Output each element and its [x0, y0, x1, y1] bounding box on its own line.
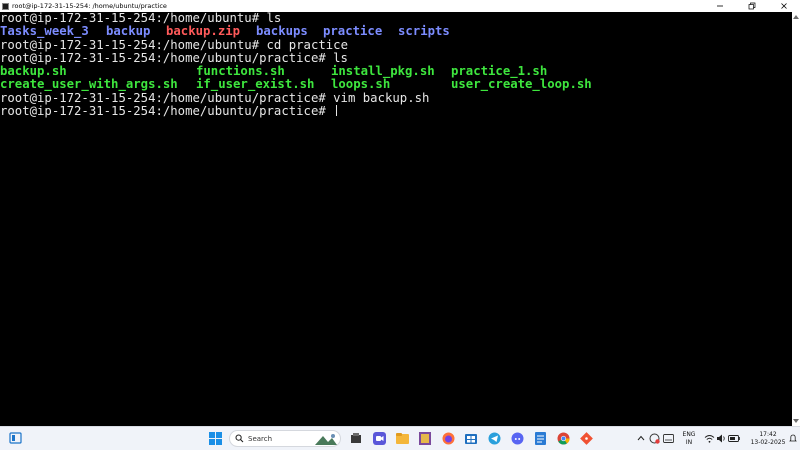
tray-app-icon: [649, 433, 660, 444]
command-text: vim backup.sh: [333, 90, 430, 105]
command-text: cd practice: [266, 37, 348, 52]
archive-app-icon: [419, 431, 431, 445]
zoom-button[interactable]: [372, 431, 386, 445]
command-line: root@ip-172-31-15-254:/home/ubuntu/pract…: [0, 50, 792, 65]
folder-button[interactable]: [395, 431, 409, 445]
dir-entry: backups: [256, 24, 308, 39]
terminal-app-icon: [2, 2, 9, 10]
tray-app-button[interactable]: [649, 431, 660, 445]
chrome-button[interactable]: [556, 431, 570, 445]
keyboard-icon: [663, 433, 674, 443]
file-explorer-button[interactable]: [349, 431, 363, 445]
language-secondary: IN: [685, 438, 693, 446]
language-primary: ENG: [682, 431, 696, 438]
battery-button[interactable]: [728, 431, 740, 445]
window-title: root@ip-172-31-15-254: /home/ubuntu/prac…: [12, 2, 167, 10]
keyboard-tray-button[interactable]: [663, 431, 674, 445]
archive-entry: backup.zip: [166, 24, 241, 39]
search-icon: [235, 434, 244, 443]
command-text: ls: [333, 50, 348, 65]
terminal-scrollbar[interactable]: [792, 12, 800, 426]
taskbar: Search ENG IN 17:42 13-02-2025: [0, 426, 800, 450]
search-placeholder: Search: [248, 434, 273, 443]
taskbar-search[interactable]: Search: [229, 430, 341, 447]
script-entry: loops.sh: [331, 77, 391, 92]
discord-icon: [511, 432, 523, 444]
battery-icon: [728, 434, 740, 442]
shell-prompt: root@ip-172-31-15-254:/home/ubuntu#: [0, 11, 267, 25]
zoom-icon: [372, 431, 386, 445]
git-button[interactable]: [579, 431, 593, 445]
script-entry: if_user_exist.sh: [196, 77, 315, 92]
search-highlight-icon: [315, 433, 337, 445]
dir-entry: backup: [106, 24, 151, 39]
maximize-button[interactable]: [736, 0, 768, 12]
current-input-line[interactable]: root@ip-172-31-15-254:/home/ubuntu/pract…: [0, 104, 792, 119]
task-view-button[interactable]: [8, 431, 22, 445]
script-entry: create_user_with_args.sh: [0, 77, 178, 92]
discord-button[interactable]: [510, 431, 524, 445]
script-entry: backup.sh: [0, 64, 67, 79]
notifications-button[interactable]: [788, 431, 797, 445]
notepad-icon: [534, 431, 546, 445]
windows-start-icon: [208, 431, 222, 445]
firefox-icon: [442, 432, 454, 444]
window-controls: [704, 0, 800, 12]
scroll-down-arrow-icon[interactable]: [793, 419, 799, 423]
command-line: root@ip-172-31-15-254:/home/ubuntu/pract…: [0, 90, 792, 105]
task-view-icon: [8, 432, 22, 444]
chevron-up-icon: [637, 435, 645, 441]
ls-output-practice: backup.sh functions.sh install_pkg.sh pr…: [0, 64, 792, 79]
dir-entry: Tasks_week_3: [0, 24, 89, 39]
script-entry: user_create_loop.sh: [451, 77, 592, 92]
ls-output-practice: create_user_with_args.sh if_user_exist.s…: [0, 77, 792, 92]
clock-time: 17:42: [759, 431, 777, 438]
ls-output-home: Tasks_week_3 backup backup.zip backups p…: [0, 24, 792, 39]
command-line: root@ip-172-31-15-254:/home/ubuntu# cd p…: [0, 37, 792, 52]
dir-entry: practice: [323, 24, 383, 39]
wifi-icon: [704, 434, 715, 443]
volume-button[interactable]: [716, 431, 727, 445]
folder-icon: [395, 433, 409, 444]
command-line: root@ip-172-31-15-254:/home/ubuntu# ls: [0, 11, 792, 25]
shell-prompt: root@ip-172-31-15-254:/home/ubuntu/pract…: [0, 104, 334, 119]
firefox-button[interactable]: [441, 431, 455, 445]
show-hidden-icons-button[interactable]: [636, 431, 646, 445]
bell-icon: [788, 434, 797, 441]
close-icon: [781, 3, 787, 9]
minimize-icon: [717, 5, 723, 7]
file-explorer-icon: [351, 433, 361, 443]
git-icon: [579, 431, 593, 445]
store-icon: [465, 434, 477, 444]
archive-app-button[interactable]: [418, 431, 432, 445]
command-text: ls: [266, 11, 282, 25]
minimize-button[interactable]: [704, 0, 736, 12]
close-button[interactable]: [768, 0, 800, 12]
language-indicator[interactable]: ENG IN: [678, 431, 700, 446]
telegram-icon: [488, 432, 500, 444]
script-entry: functions.sh: [196, 64, 285, 79]
notepad-button[interactable]: [533, 431, 547, 445]
restore-icon: [748, 2, 756, 10]
shell-prompt: root@ip-172-31-15-254:/home/ubuntu/pract…: [0, 90, 334, 105]
clock-date: 13-02-2025: [750, 438, 786, 446]
terminal-output[interactable]: root@ip-172-31-15-254:/home/ubuntu# ls T…: [0, 11, 792, 426]
shell-prompt: root@ip-172-31-15-254:/home/ubuntu/pract…: [0, 50, 334, 65]
store-button[interactable]: [464, 431, 478, 445]
clock[interactable]: 17:42 13-02-2025: [750, 431, 786, 446]
dir-entry: scripts: [398, 24, 450, 39]
telegram-button[interactable]: [487, 431, 501, 445]
shell-prompt: root@ip-172-31-15-254:/home/ubuntu#: [0, 37, 267, 52]
start-button[interactable]: [208, 431, 222, 445]
script-entry: install_pkg.sh: [331, 64, 435, 79]
wifi-button[interactable]: [704, 431, 715, 445]
volume-icon: [717, 434, 725, 442]
script-entry: practice_1.sh: [451, 64, 548, 79]
scroll-up-arrow-icon[interactable]: [793, 15, 799, 19]
chrome-icon: [557, 432, 570, 445]
text-cursor: [336, 105, 338, 117]
